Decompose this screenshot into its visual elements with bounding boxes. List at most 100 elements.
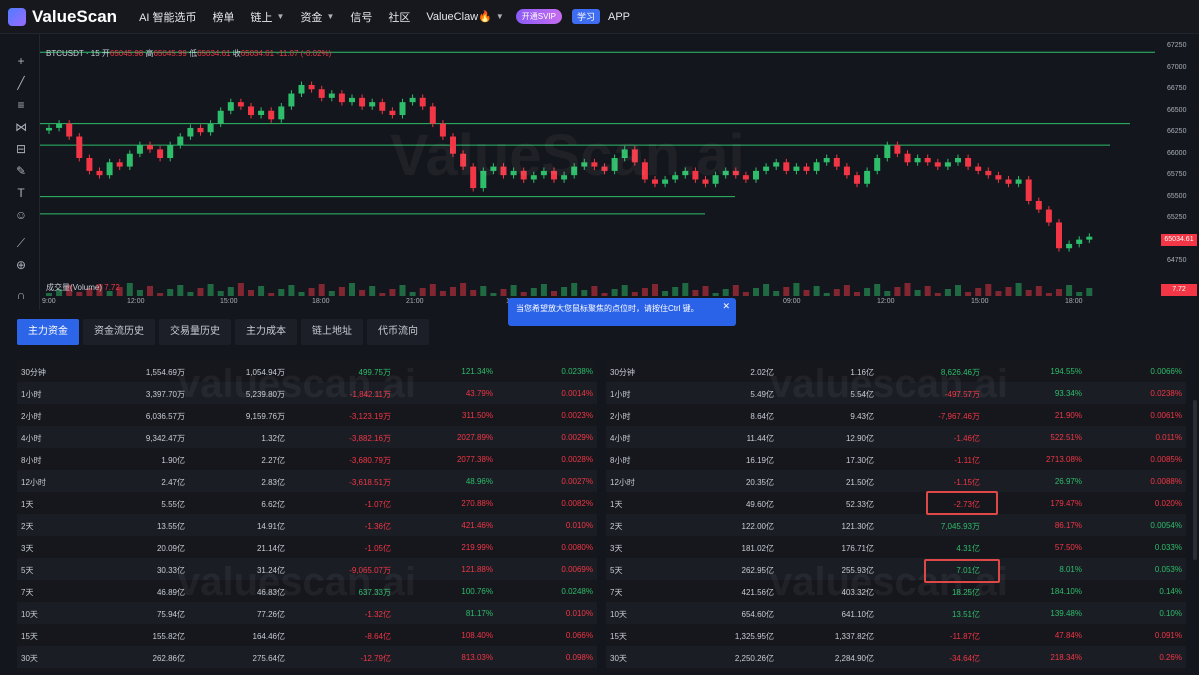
candle-body [884,145,891,158]
volume-bar [571,283,578,296]
text-icon[interactable]: T [14,186,28,200]
close-icon[interactable]: ✕ [722,301,730,312]
period-cell: 3天 [21,544,34,553]
magnet-icon[interactable]: ∩ [14,288,28,302]
candle-body [237,102,244,107]
x-tick-label: 18:00 [1065,298,1083,305]
horizontal-lines-icon[interactable]: ≡ [14,98,28,112]
ratio-cell: 218.34% [1050,653,1082,662]
candle-body [187,127,194,137]
trendline-icon[interactable]: ╱ [14,76,28,90]
nav-signals[interactable]: 信号 [350,9,372,25]
tab-onchain-address[interactable]: 链上地址 [301,319,363,345]
tab-volume-history[interactable]: 交易量历史 [159,319,231,345]
x-tick-label: 15:00 [220,298,238,305]
volume-bar [439,291,446,296]
volume-bar [510,285,517,296]
table-row: 15天 1,325.95亿 1,337.82亿 -11.87亿 47.84% 0.091% [606,624,1186,646]
volume-bar [924,286,931,296]
ratio-cell: 139.48% [1050,609,1082,618]
table-scrollbar[interactable] [1193,400,1197,560]
volume-bar [268,293,275,296]
table-row: 8小时 16.19亿 17.30亿 -1.11亿 2713.08% 0.0085% [606,448,1186,470]
netflow-cell: -8.64亿 [364,632,391,641]
tab-main-funds[interactable]: 主力资金 [17,319,79,345]
logo[interactable]: ValueScan [8,7,117,27]
period-cell: 4小时 [21,434,42,443]
nav-onchain[interactable]: 链上 ▼ [251,9,285,25]
share-cell: 0.010% [565,609,593,618]
outflow-cell: 6.62亿 [261,500,285,509]
netflow-cell: 13.51亿 [951,610,980,619]
svip-button[interactable]: 开通SVIP [515,9,562,24]
chart-watermark: ValueScan.ai [390,123,745,188]
volume-bar [854,292,860,296]
candle-body [126,153,133,167]
netflow-cell: -34.64亿 [949,654,980,663]
brush-icon[interactable]: ✎ [14,164,28,178]
x-tick-label: 15:00 [971,298,989,305]
netflow-cell: -12.79亿 [360,654,391,663]
volume-bar [177,285,184,296]
inflow-cell: 654.60亿 [741,610,774,619]
emoji-icon[interactable]: ☺ [14,208,28,222]
period-cell: 12小时 [21,478,46,487]
volume-bar [722,289,729,296]
candle-body [783,162,790,171]
volume-bar [904,283,911,296]
ratio-cell: 47.84% [1054,631,1082,640]
nav-community[interactable]: 社区 [388,9,410,25]
nav-items: AI 智能选币 榜单 链上 ▼ 资金 ▼ 信号 社区 ValueClaw🔥 ▼ 开通S… [131,9,638,25]
nav-valueclaw[interactable]: ValueClaw🔥 ▼ [426,10,503,23]
inflow-cell: 8.64亿 [750,412,774,421]
tab-main-cost[interactable]: 主力成本 [235,319,297,345]
volume-bar [470,290,477,296]
volume-bar [965,292,972,296]
period-cell: 2天 [610,522,623,531]
volume-bar [197,288,204,296]
open-label: 开 [101,49,110,58]
volume-bar [591,286,598,296]
netflow-cell: -1.15亿 [953,478,980,487]
candle-body [1086,236,1093,240]
volume-bar [1005,287,1012,296]
crosshair-icon[interactable]: + [14,54,28,68]
volume-bar [217,291,224,296]
outflow-cell: 17.30亿 [845,456,874,465]
candle-body [813,162,820,171]
outflow-cell: 2,284.90亿 [834,654,874,663]
volume-bar [975,288,982,296]
candle-body [66,123,73,137]
tab-token-flow[interactable]: 代币流向 [367,319,429,345]
share-cell: 0.020% [1154,499,1182,508]
period-cell: 7天 [21,588,34,597]
outflow-cell: 275.64亿 [252,654,285,663]
volume-bar [773,291,780,296]
candle-body [56,123,63,128]
y-tick-label: 65500 [1167,192,1187,200]
tab-fund-flow-history[interactable]: 资金流历史 [83,319,155,345]
pattern-icon[interactable]: ⋈ [14,120,28,134]
volume-bar [167,289,174,296]
candle-body [389,110,396,116]
table-row: 8小时 1.90亿 2.27亿 -3,680.79万 2077.38% 0.0028% [17,448,597,470]
zoom-icon[interactable]: ⊕ [14,258,28,272]
nav-rankings[interactable]: 榜单 [213,9,235,25]
table-row: 3天 20.09亿 21.14亿 -1.05亿 219.99% 0.0080% [17,536,597,558]
ruler-icon[interactable]: ⟋ [14,236,28,250]
x-tick-label: 9:00 [42,298,56,305]
measure-lines-icon[interactable]: ⊟ [14,142,28,156]
candle-body [106,162,113,176]
volume-bar [429,284,436,296]
nav-ai-picks[interactable]: AI 智能选币 [139,9,196,25]
logo-text: ValueScan [32,6,118,26]
volume-tag: 7.72 [1161,284,1197,296]
outflow-cell: 1,337.82亿 [834,632,874,641]
learn-button[interactable]: 学习 [571,9,600,24]
nav-funds[interactable]: 资金 ▼ [300,9,334,25]
candle-body [934,162,941,167]
y-tick-label: 66250 [1167,128,1187,136]
ratio-cell: 121.34% [461,367,493,376]
nav-app[interactable]: APP [608,11,630,23]
share-cell: 0.091% [1154,631,1182,640]
